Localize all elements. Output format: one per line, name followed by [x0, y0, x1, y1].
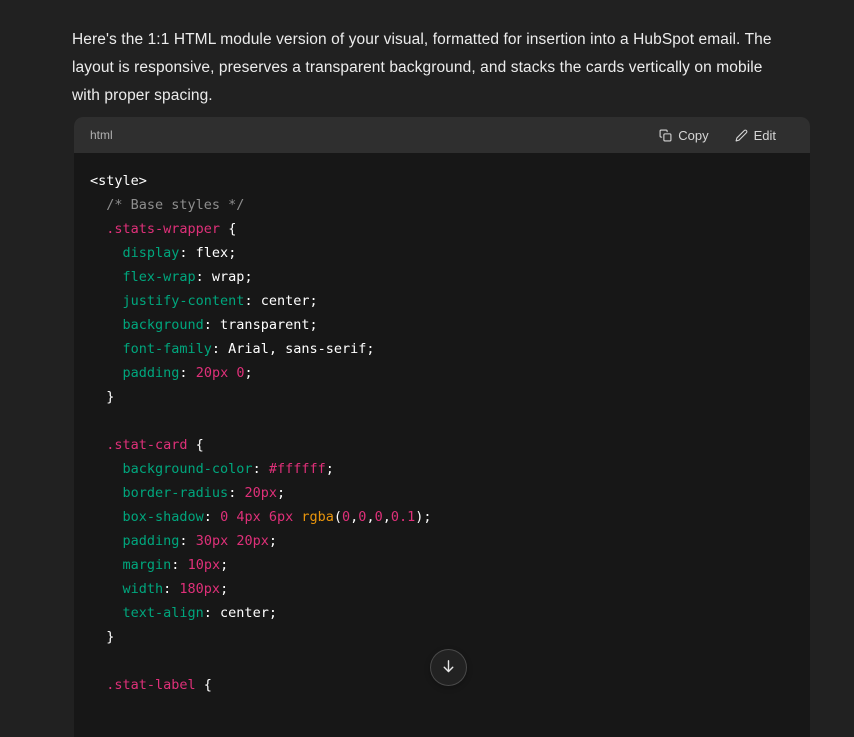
code-line: display: flex; [90, 241, 794, 265]
assistant-message: Here's the 1:1 HTML module version of yo… [72, 26, 832, 110]
edit-button-label: Edit [754, 128, 776, 143]
down-arrow-icon [440, 658, 457, 678]
code-line: border-radius: 20px; [90, 481, 794, 505]
code-line: flex-wrap: wrap; [90, 265, 794, 289]
code-line: text-align: center; [90, 601, 794, 625]
code-line: width: 180px; [90, 577, 794, 601]
code-line: } [90, 625, 794, 649]
message-text-line: Here's the 1:1 HTML module version of yo… [72, 26, 832, 54]
code-line: <style> [90, 169, 794, 193]
code-line: justify-content: center; [90, 289, 794, 313]
code-line: /* Base styles */ [90, 193, 794, 217]
message-text-line: with proper spacing. [72, 82, 832, 110]
code-line: box-shadow: 0 4px 6px rgba(0,0,0,0.1); [90, 505, 794, 529]
code-line: background-color: #ffffff; [90, 457, 794, 481]
code-content: <style> /* Base styles */ .stats-wrapper… [74, 153, 810, 721]
code-line: background: transparent; [90, 313, 794, 337]
copy-button-label: Copy [678, 128, 708, 143]
code-language-label: html [90, 128, 113, 142]
code-line [90, 409, 794, 433]
code-line: margin: 10px; [90, 553, 794, 577]
code-line: padding: 20px 0; [90, 361, 794, 385]
code-line: } [90, 385, 794, 409]
code-line: .stats-wrapper { [90, 217, 794, 241]
edit-pencil-icon [735, 129, 748, 142]
message-text-line: layout is responsive, preserves a transp… [72, 54, 832, 82]
code-line: .stat-card { [90, 433, 794, 457]
code-line: padding: 30px 20px; [90, 529, 794, 553]
code-block: html Copy Edit <style> [74, 117, 810, 737]
copy-icon [659, 129, 672, 142]
copy-button[interactable]: Copy [659, 128, 708, 143]
code-line: font-family: Arial, sans-serif; [90, 337, 794, 361]
scroll-to-bottom-button[interactable] [430, 649, 467, 686]
code-header-actions: Copy Edit [659, 128, 776, 143]
code-block-header: html Copy Edit [74, 117, 810, 153]
edit-button[interactable]: Edit [735, 128, 776, 143]
